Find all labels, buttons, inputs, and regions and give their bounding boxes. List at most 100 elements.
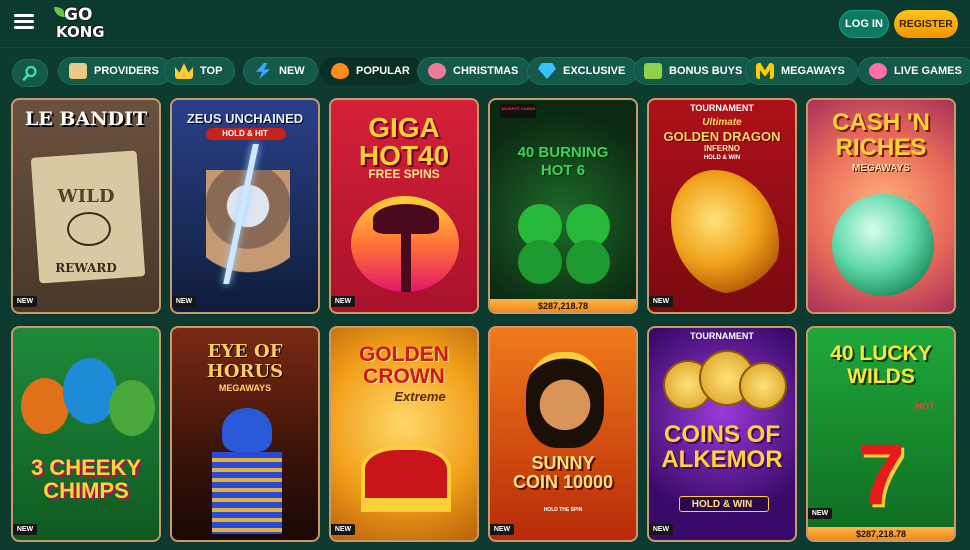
game-title: EYE OF HORUS [206, 341, 284, 382]
category-label: LIVE GAMES [894, 65, 962, 77]
game-title: SUNNY COIN 10000 [512, 453, 614, 492]
chimp-right [109, 380, 155, 436]
game-tile-zeus-unchained[interactable]: ZEUS UNCHAINED HOLD & HIT NEW [170, 98, 320, 314]
register-button[interactable]: REGISTER [894, 10, 958, 38]
top-bar: GO KONG LOG IN REGISTER [0, 0, 970, 48]
seven-symbol: 7 [857, 427, 905, 523]
crown-icon [175, 63, 193, 79]
menu-icon[interactable] [14, 14, 34, 30]
poster-reward: REWARD [55, 261, 117, 275]
cleopatra-portrait [526, 352, 604, 448]
horus-head [222, 408, 272, 452]
fire-icon [331, 63, 349, 79]
game-title: GIGA HOT40 [358, 112, 450, 171]
game-title: COINS OF ALKEMOR [661, 421, 783, 474]
tournament-label: TOURNAMENT [690, 103, 754, 113]
category-christmas[interactable]: CHRISTMAS [417, 57, 532, 85]
chips-icon [869, 63, 887, 79]
chimp-left [21, 378, 69, 434]
new-badge: NEW [13, 524, 37, 535]
game-tile-eye-of-horus[interactable]: EYE OF HORUS MEGAWAYS [170, 326, 320, 542]
category-bar: PROVIDERS TOP NEW POPULAR CHRISTMAS EXCL… [0, 52, 970, 92]
jackpot-amount: $287,218.78 [490, 299, 636, 312]
login-button[interactable]: LOG IN [839, 10, 889, 38]
m-icon [756, 63, 774, 79]
golden-dragon [671, 170, 779, 294]
new-badge: NEW [13, 296, 37, 307]
logo-text-top: GO [64, 5, 93, 25]
new-badge: NEW [331, 524, 355, 535]
category-label: PROVIDERS [94, 65, 159, 77]
game-subtitle: HOLD & HIT [222, 129, 268, 138]
category-label: BONUS BUYS [669, 65, 743, 77]
search-button[interactable] [12, 59, 48, 87]
game-tile-40-burning-hot-6[interactable]: JACKPOT CARDS 40 BURNING HOT 6 $287,218.… [488, 98, 638, 314]
search-icon [22, 65, 37, 81]
game-tile-cash-n-riches[interactable]: CASH 'N RICHES MEGAWAYS [806, 98, 956, 314]
category-providers[interactable]: PROVIDERS [58, 57, 172, 85]
game-subtitle: Extreme [394, 389, 446, 404]
game-tile-coins-of-alkemor[interactable]: TOURNAMENT COINS OF ALKEMOR HOLD & WIN N… [647, 326, 797, 542]
new-badge: NEW [649, 296, 673, 307]
gold-coin-right [739, 362, 787, 410]
jackpot-amount: $287,218.78 [808, 527, 954, 540]
crown-band [361, 498, 451, 512]
game-tile-giga-hot40[interactable]: GIGA HOT40 FREE SPINS NEW [329, 98, 479, 314]
category-bonus-buys[interactable]: BONUS BUYS [633, 57, 756, 85]
category-label: EXCLUSIVE [563, 65, 626, 77]
game-title: GOLDEN CROWN [359, 343, 449, 389]
category-label: MEGAWAYS [781, 65, 845, 77]
game-tile-sunny-coin-10000[interactable]: SUNNY COIN 10000 HOLD THE SPIN NEW [488, 326, 638, 542]
new-badge: NEW [331, 296, 355, 307]
category-exclusive[interactable]: EXCLUSIVE [527, 57, 639, 85]
game-title: 40 BURNING HOT 6 [517, 144, 609, 179]
new-badge: NEW [649, 524, 673, 535]
candy-icon [428, 63, 446, 79]
lightning-icon [255, 63, 271, 79]
new-badge: NEW [490, 524, 514, 535]
cash-globe [832, 194, 934, 296]
poster-wild: WILD [57, 186, 115, 207]
game-title: ZEUS UNCHAINED [186, 111, 304, 126]
category-popular[interactable]: POPULAR [320, 57, 423, 85]
game-tile-40-lucky-wilds[interactable]: 40 LUCKY WILDS HOT 7 NEW $287,218.78 [806, 326, 956, 542]
game-subtitle: HOT [915, 401, 935, 411]
category-label: NEW [279, 65, 305, 77]
game-tile-golden-crown[interactable]: GOLDEN CROWN Extreme NEW [329, 326, 479, 542]
game-tile-golden-dragon[interactable]: TOURNAMENT Ultimate GOLDEN DRAGON INFERN… [647, 98, 797, 314]
game-hold-win: HOLD & WIN [703, 155, 741, 161]
category-top[interactable]: TOP [164, 57, 236, 85]
game-subtitle: MEGAWAYS [852, 163, 910, 174]
category-label: CHRISTMAS [453, 65, 519, 77]
clover-leaf-bottom-right [566, 240, 610, 284]
game-subtitle: MEGAWAYS [218, 383, 272, 393]
crown-base [361, 446, 451, 504]
game-title: CASH 'N RICHES [832, 109, 930, 162]
game-tile-le-bandit[interactable]: LE BANDIT WILD REWARD NEW [11, 98, 161, 314]
gift-icon [644, 63, 662, 79]
horus-body [212, 452, 282, 534]
diamond-icon [538, 63, 556, 79]
raccoon-face [67, 212, 111, 246]
tournament-label: TOURNAMENT [690, 331, 754, 341]
game-tile-3-cheeky-chimps[interactable]: 3 CHEEKY CHIMPS NEW [11, 326, 161, 542]
game-subtitle: INFERNO [704, 144, 740, 153]
game-title: GOLDEN DRAGON [663, 129, 781, 144]
category-new[interactable]: NEW [243, 57, 318, 85]
category-megaways[interactable]: MEGAWAYS [745, 57, 858, 85]
new-badge: NEW [808, 508, 832, 519]
category-label: POPULAR [356, 65, 410, 77]
category-live-games[interactable]: LIVE GAMES [858, 57, 970, 85]
game-title: 40 LUCKY WILDS [830, 342, 932, 389]
game-subtitle: HOLD THE SPIN [543, 507, 583, 513]
scroll-icon [69, 63, 87, 79]
new-badge: NEW [172, 296, 196, 307]
jackpot-cards-label: JACKPOT CARDS [500, 106, 536, 111]
logo[interactable]: GO KONG [50, 4, 110, 44]
game-pretitle: Ultimate [702, 117, 742, 128]
clover-leaf-bottom-left [518, 240, 562, 284]
palm-leaves [373, 204, 439, 234]
game-title: LE BANDIT [24, 108, 148, 130]
game-subtitle: FREE SPINS [368, 167, 440, 181]
game-subtitle: HOLD & WIN [691, 499, 753, 510]
